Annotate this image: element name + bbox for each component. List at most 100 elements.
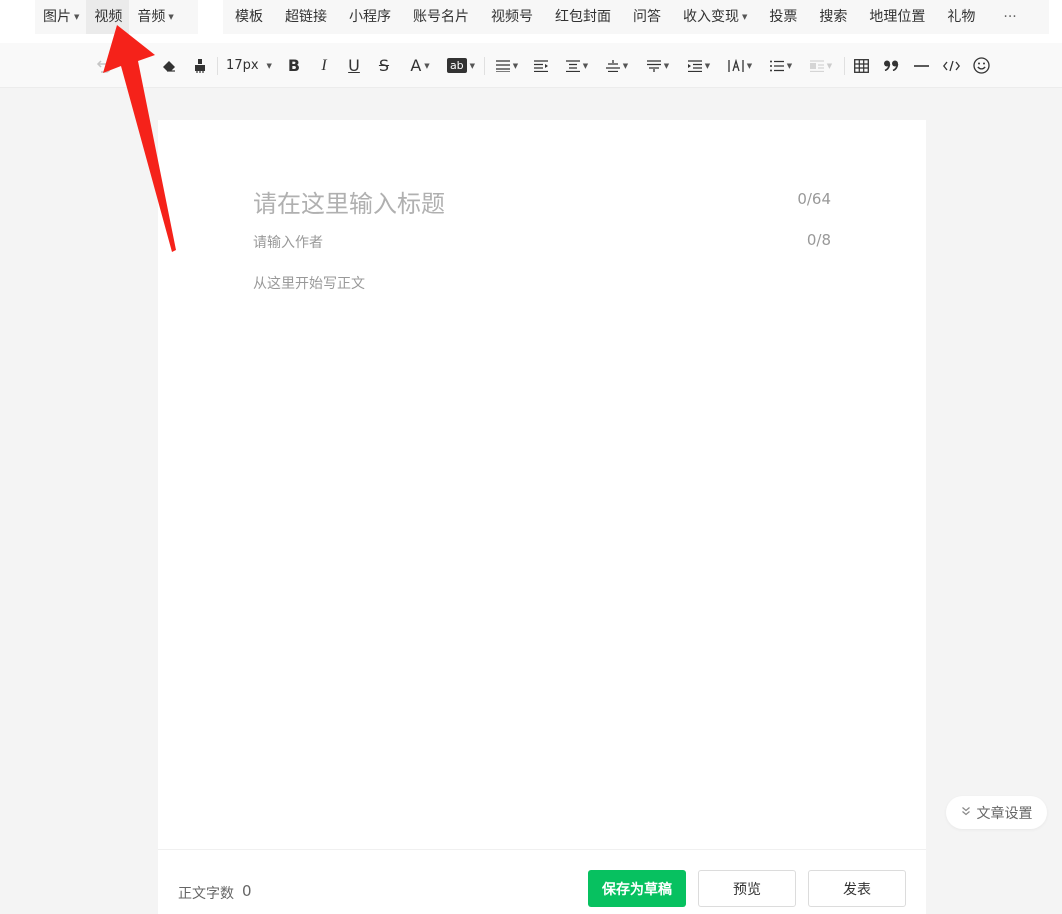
menu-video[interactable]: 视频 — [86, 0, 130, 34]
title-char-count: 0/64 — [797, 190, 831, 208]
menu-search[interactable]: 搜索 — [807, 0, 857, 34]
insert-menu-group: 模板 超链接 小程序 账号名片 视频号 红包封面 问答 收入变现 ▼ 投票 搜索 … — [223, 0, 1049, 34]
caret-down-icon: ▼ — [266, 61, 272, 70]
font-size-select[interactable]: 17px ▼ — [224, 43, 274, 88]
font-color-button[interactable]: A ▼ — [404, 43, 436, 88]
menu-red-packet-cover-label: 红包封面 — [555, 9, 611, 25]
toolbar-divider — [844, 57, 845, 75]
code-icon[interactable] — [941, 43, 961, 88]
format-toolbar: 17px ▼ B I U S A ▼ ab ▼ ▼ ▼ ▼ ▼ ▼ ▼ ▼ ▼ — [0, 43, 1062, 88]
editor-footer: 正文字数 0 保存为草稿 预览 发表 — [158, 849, 926, 914]
menu-gift-label: 礼物 — [947, 9, 976, 25]
caret-down-icon: ▼ — [168, 13, 174, 21]
save-draft-button[interactable]: 保存为草稿 — [588, 870, 686, 907]
menu-template-label: 模板 — [235, 9, 263, 25]
paragraph-spacing-icon[interactable]: ▼ — [562, 43, 592, 88]
menu-location-label: 地理位置 — [869, 9, 926, 25]
caret-down-icon: ▼ — [742, 13, 748, 21]
menu-template[interactable]: 模板 — [223, 0, 273, 34]
author-input[interactable]: 请输入作者 — [253, 232, 323, 252]
caret-down-icon: ▼ — [582, 61, 589, 70]
menu-image-label: 图片 — [43, 9, 71, 25]
insert-menu-bar: 图片 ▼ 视频 音频 ▼ 模板 超链接 小程序 账号名片 视频号 红包封面 问答 收… — [0, 0, 1062, 43]
caret-down-icon: ▼ — [786, 61, 793, 70]
list-icon[interactable]: ▼ — [766, 43, 796, 88]
more-icon[interactable]: ··· — [991, 0, 1026, 34]
menu-vote-label: 投票 — [769, 9, 798, 25]
word-count-label: 正文字数 — [178, 886, 234, 902]
editor-card: 请在这里输入标题 0/64 请输入作者 0/8 从这里开始写正文 — [158, 120, 926, 914]
letter-spacing-icon[interactable]: ▼ — [725, 43, 755, 88]
media-menu-group: 图片 ▼ 视频 音频 ▼ — [35, 0, 198, 34]
caret-down-icon: ▼ — [746, 61, 753, 70]
article-settings-button[interactable]: 文章设置 — [946, 796, 1047, 829]
menu-mini-program[interactable]: 小程序 — [337, 0, 401, 34]
caret-down-icon: ▼ — [704, 61, 711, 70]
bold-button[interactable]: B — [284, 43, 304, 88]
toolbar-divider — [217, 57, 218, 75]
menu-account-card-label: 账号名片 — [413, 9, 469, 25]
undo-icon[interactable] — [94, 43, 114, 88]
menu-search-label: 搜索 — [819, 9, 848, 25]
title-input[interactable]: 请在这里输入标题 — [253, 184, 445, 219]
author-char-count: 0/8 — [806, 231, 831, 249]
menu-hyperlink[interactable]: 超链接 — [273, 0, 337, 34]
divider-line-icon[interactable] — [911, 43, 931, 88]
menu-monetization[interactable]: 收入变现 ▼ — [671, 0, 757, 34]
more-label: ··· — [1003, 9, 1017, 25]
caret-down-icon: ▼ — [469, 61, 476, 70]
float-icon[interactable]: ▼ — [806, 43, 836, 88]
line-height-icon[interactable]: ▼ — [684, 43, 714, 88]
align-justify-icon[interactable]: ▼ — [492, 43, 522, 88]
author-placeholder: 请输入作者 — [253, 235, 323, 251]
background-color-label: ab — [446, 58, 467, 73]
caret-down-icon: ▼ — [826, 61, 833, 70]
indent-icon[interactable] — [531, 43, 551, 88]
italic-button[interactable]: I — [314, 43, 334, 88]
menu-audio[interactable]: 音频 ▼ — [129, 0, 180, 34]
menu-monetization-label: 收入变现 — [683, 9, 739, 25]
strike-label: S — [378, 56, 390, 75]
menu-audio-label: 音频 — [137, 9, 166, 25]
publish-button[interactable]: 发表 — [808, 870, 906, 907]
caret-down-icon: ▼ — [512, 61, 519, 70]
menu-qa[interactable]: 问答 — [621, 0, 671, 34]
article-settings-label: 文章设置 — [976, 805, 1033, 822]
menu-image[interactable]: 图片 ▼ — [35, 0, 86, 34]
title-placeholder: 请在这里输入标题 — [253, 190, 445, 218]
menu-channels-label: 视频号 — [491, 9, 533, 25]
underline-label: U — [348, 56, 360, 75]
menu-vote[interactable]: 投票 — [757, 0, 807, 34]
italic-label: I — [321, 56, 327, 74]
menu-red-packet-cover[interactable]: 红包封面 — [543, 0, 621, 34]
spacing-after-icon[interactable]: ▼ — [643, 43, 673, 88]
menu-account-card[interactable]: 账号名片 — [401, 0, 479, 34]
bold-label: B — [287, 56, 301, 75]
font-size-value: 17px — [226, 58, 259, 73]
menu-gift[interactable]: 礼物 — [935, 0, 985, 34]
toolbar-divider — [484, 57, 485, 75]
caret-down-icon: ▼ — [74, 13, 80, 21]
format-painter-icon[interactable] — [190, 43, 210, 88]
menu-mini-program-label: 小程序 — [349, 9, 391, 25]
strikethrough-button[interactable]: S — [374, 43, 394, 88]
font-color-label: A — [410, 56, 422, 75]
spacing-before-icon[interactable]: ▼ — [602, 43, 632, 88]
word-count-value: 0 — [242, 882, 252, 900]
caret-down-icon: ▼ — [622, 61, 629, 70]
body-editor[interactable]: 从这里开始写正文 — [253, 273, 365, 293]
preview-button[interactable]: 预览 — [698, 870, 796, 907]
caret-down-icon: ▼ — [424, 61, 430, 70]
menu-video-label: 视频 — [94, 9, 123, 25]
emoji-icon[interactable] — [971, 43, 991, 88]
menu-location[interactable]: 地理位置 — [857, 0, 935, 34]
menu-hyperlink-label: 超链接 — [285, 9, 327, 25]
underline-button[interactable]: U — [344, 43, 364, 88]
menu-channels[interactable]: 视频号 — [479, 0, 543, 34]
caret-down-icon: ▼ — [663, 61, 670, 70]
table-icon[interactable] — [851, 43, 871, 88]
eraser-icon[interactable] — [159, 43, 179, 88]
body-placeholder: 从这里开始写正文 — [253, 276, 365, 292]
quote-icon[interactable] — [881, 43, 901, 88]
background-color-button[interactable]: ab ▼ — [445, 43, 477, 88]
